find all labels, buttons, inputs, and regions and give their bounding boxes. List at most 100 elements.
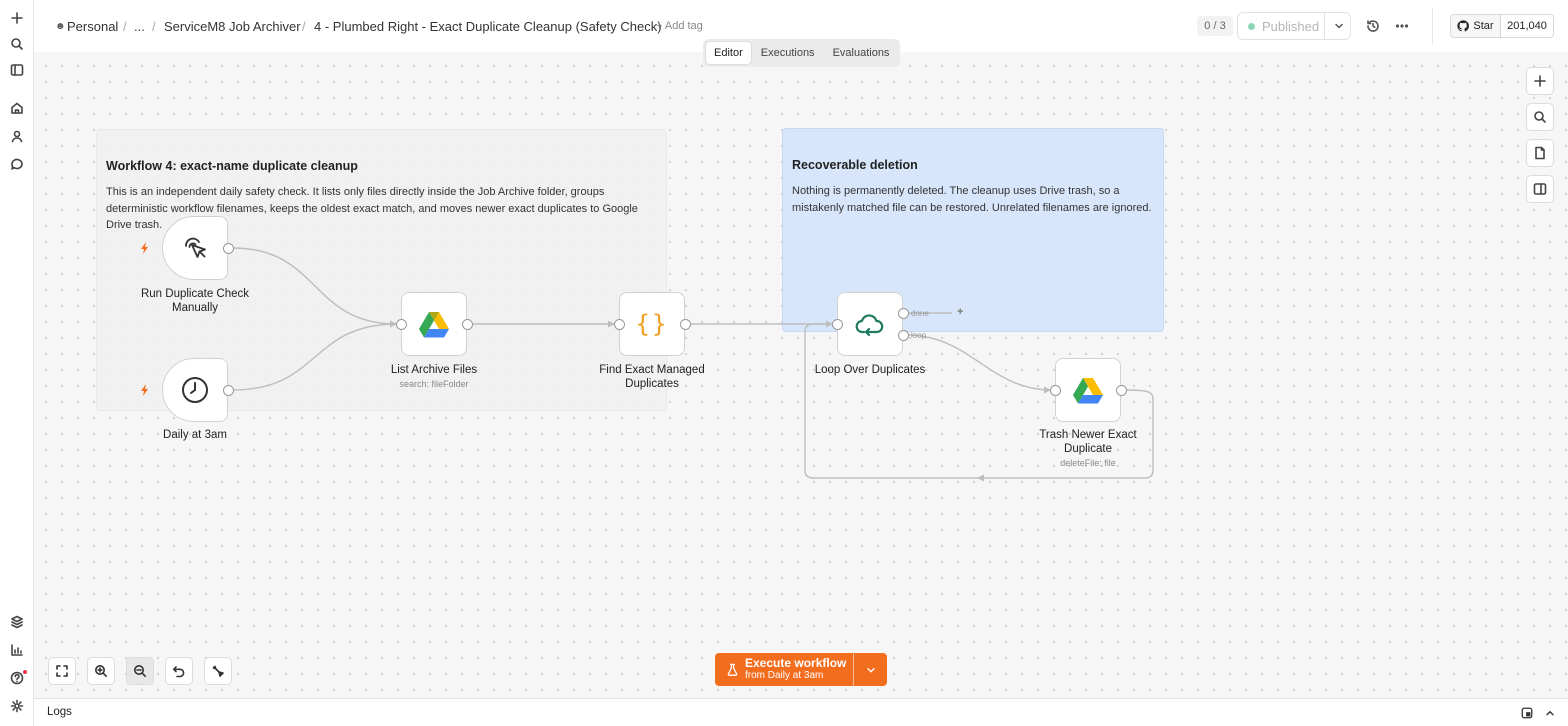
output-label-loop: loop [911,331,927,340]
zoom-in-button[interactable] [87,657,115,685]
execute-dropdown[interactable] [854,653,887,686]
node-daily-at-3am[interactable] [162,358,234,422]
output-port[interactable] [223,385,234,396]
node-find-exact-managed-duplicates[interactable]: {} [614,292,691,356]
logs-panel-bar[interactable]: Logs [34,698,1568,726]
broom-icon [212,665,224,677]
help-icon[interactable] [7,668,27,688]
breadcrumb-personal[interactable]: Personal [67,19,118,34]
tidy-up-button[interactable] [204,657,232,685]
chevron-down-icon [866,667,875,673]
person-icon: ☻ [55,21,66,32]
add-node-plus-icon[interactable]: + [957,306,963,318]
view-tabs: Editor Executions Evaluations [703,39,900,67]
breadcrumb-separator: / [123,19,127,34]
output-label-done: done [911,309,929,318]
chevron-down-icon[interactable] [1332,19,1346,33]
home-icon[interactable] [7,98,27,118]
node-label: Run Duplicate Check Manually [140,288,250,314]
execute-workflow-button[interactable]: Execute workflow from Daily at 3am [715,653,887,686]
sticky-note-icon [1535,146,1545,160]
output-port-done[interactable] [898,308,909,319]
breadcrumb-separator: / [152,19,156,34]
github-star-button[interactable]: Star 201,040 [1450,14,1554,38]
flask-icon [727,663,738,676]
cursor-click-icon [185,237,206,258]
published-dropdown[interactable]: Published [1237,12,1351,40]
loop-icon [855,314,884,336]
search-nodes-button[interactable] [1526,103,1554,131]
add-sticky-button[interactable] [1526,139,1554,167]
node-run-duplicate-check-manually[interactable] [162,216,234,280]
google-drive-icon [419,311,449,337]
node-label: List Archive Files [390,364,478,376]
breadcrumb-folder[interactable]: ServiceM8 Job Archiver [164,19,301,34]
pop-out-icon[interactable] [1521,707,1533,719]
sticky-body: Nothing is permanently deleted. The clea… [792,185,1152,214]
input-port[interactable] [396,319,407,330]
execute-label: Execute workflow [745,656,847,670]
input-port[interactable] [1050,385,1061,396]
output-port[interactable] [1116,385,1127,396]
breadcrumb-separator: / [302,19,306,34]
panel-right-icon [1533,183,1547,195]
panel-toggle-icon[interactable] [7,60,27,80]
tab-executions[interactable]: Executions [753,42,823,64]
more-options-icon[interactable] [1394,18,1410,34]
output-port-loop[interactable] [898,330,909,341]
templates-icon[interactable] [7,612,27,632]
fit-view-button[interactable] [48,657,76,685]
search-icon[interactable] [7,34,27,54]
github-star-label: Star [1473,20,1494,32]
add-node-button[interactable] [1526,67,1554,95]
tab-evaluations[interactable]: Evaluations [825,42,898,64]
node-list-archive-files[interactable] [396,292,473,356]
add-icon[interactable] [7,8,27,28]
plus-icon [1534,75,1546,87]
node-label: Find Exact Managed Duplicates [599,364,705,390]
node-trash-newer-exact-duplicate[interactable] [1050,358,1127,422]
version-counter: 0 / 3 [1197,16,1233,36]
execute-sublabel: from Daily at 3am [745,670,824,681]
sticky-title: Workflow 4: exact-name duplicate cleanup [106,159,358,173]
node-label: Trash Newer Exact Duplicate [1039,429,1137,455]
chevron-up-icon[interactable] [1544,707,1556,719]
user-icon[interactable] [7,126,27,146]
history-icon[interactable] [1365,18,1381,34]
status-dot [1248,22,1255,30]
node-subtitle: search: fileFolder [399,379,469,389]
undo-button[interactable] [165,657,193,685]
settings-gear-icon[interactable] [7,696,27,716]
node-label: Daily at 3am [163,429,227,441]
trigger-bolt-icon [141,242,148,254]
node-loop-over-duplicates[interactable] [832,292,909,356]
node-subtitle: deleteFile: file [1060,458,1116,468]
chat-icon[interactable] [7,154,27,174]
zoom-in-icon [95,665,107,677]
node-label: Loop Over Duplicates [814,364,926,376]
add-tag-button[interactable]: + Add tag [656,20,703,32]
search-icon [1534,111,1546,123]
notification-dot [23,670,27,674]
output-port[interactable] [680,319,691,330]
google-drive-icon [1073,377,1103,403]
insights-icon[interactable] [7,640,27,660]
github-icon [1457,20,1470,32]
output-port[interactable] [462,319,473,330]
published-label: Published [1262,18,1320,34]
fit-view-icon [56,665,68,677]
tab-editor[interactable]: Editor [706,42,751,64]
output-port[interactable] [223,243,234,254]
breadcrumb-ellipsis[interactable]: ... [134,19,145,34]
undo-icon [173,666,185,678]
workflow-name[interactable]: 4 - Plumbed Right - Exact Duplicate Clea… [314,19,662,34]
toggle-panel-button[interactable] [1526,175,1554,203]
input-port[interactable] [832,319,843,330]
left-rail [0,0,34,726]
input-port[interactable] [614,319,625,330]
trigger-bolt-icon [141,384,148,396]
logs-label: Logs [47,706,72,718]
zoom-out-button[interactable] [126,657,154,685]
sticky-title: Recoverable deletion [792,158,918,172]
github-star-count: 201,040 [1507,20,1547,32]
